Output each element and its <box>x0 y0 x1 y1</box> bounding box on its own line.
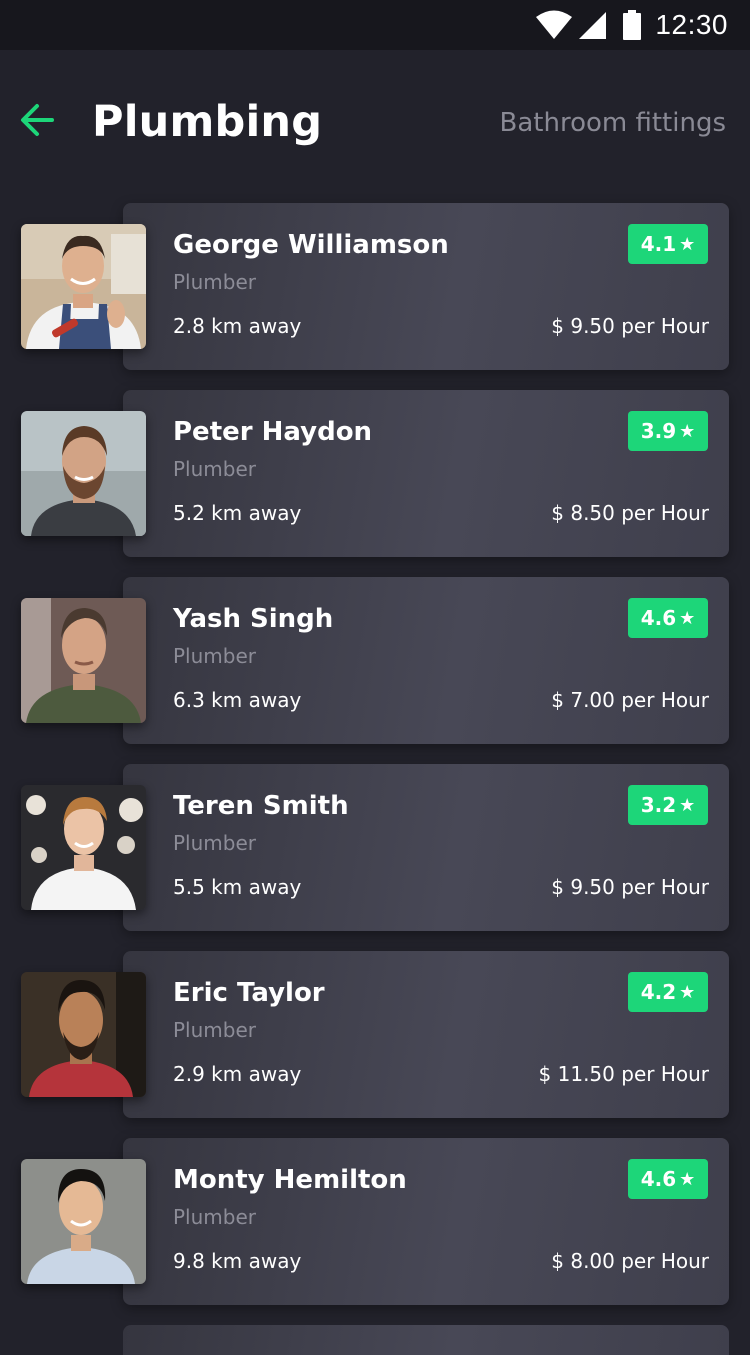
avatar[interactable] <box>21 224 146 349</box>
status-icons: 12:30 <box>535 6 728 44</box>
provider-card[interactable]: Eric Taylor Plumber 2.9 km away $ 11.50 … <box>123 951 729 1118</box>
wifi-icon <box>535 10 573 40</box>
provider-distance: 5.2 km away <box>173 501 302 525</box>
rating-badge: 4.2 ★ <box>628 972 708 1012</box>
star-icon: ★ <box>679 233 696 255</box>
provider-card[interactable]: Monty Hemilton Plumber 9.8 km away $ 8.0… <box>123 1138 729 1305</box>
list-item[interactable]: Yash Singh Plumber 6.3 km away $ 7.00 pe… <box>0 577 750 744</box>
avatar[interactable] <box>21 1159 146 1284</box>
provider-name: Peter Haydon <box>173 417 373 447</box>
rating-value: 3.9 <box>640 419 677 443</box>
signal-icon <box>577 10 607 40</box>
back-button[interactable] <box>18 100 58 140</box>
provider-price: $ 8.00 per Hour <box>551 1249 709 1273</box>
rating-badge: 4.1 ★ <box>628 224 708 264</box>
rating-value: 4.6 <box>640 1167 677 1191</box>
list-item[interactable]: Teren Smith Plumber 5.5 km away $ 9.50 p… <box>0 764 750 931</box>
rating-value: 4.1 <box>640 232 677 256</box>
provider-distance: 6.3 km away <box>173 688 302 712</box>
provider-distance: 2.8 km away <box>173 314 302 338</box>
rating-badge: 4.6 ★ <box>628 1159 708 1199</box>
status-time: 12:30 <box>655 9 728 40</box>
status-bar: 12:30 <box>0 0 750 50</box>
provider-name: Yash Singh <box>173 604 334 634</box>
provider-name: Teren Smith <box>173 791 349 821</box>
provider-card[interactable]: Yash Singh Plumber 6.3 km away $ 7.00 pe… <box>123 577 729 744</box>
provider-card[interactable]: Teren Smith Plumber 5.5 km away $ 9.50 p… <box>123 764 729 931</box>
provider-distance: 9.8 km away <box>173 1249 302 1273</box>
rating-value: 4.6 <box>640 606 677 630</box>
rating-badge: 4.6 ★ <box>628 598 708 638</box>
star-icon: ★ <box>679 794 696 816</box>
list-item[interactable]: Monty Hemilton Plumber 9.8 km away $ 8.0… <box>0 1138 750 1305</box>
avatar[interactable] <box>21 972 146 1097</box>
rating-value: 3.2 <box>640 793 677 817</box>
provider-name: George Williamson <box>173 230 449 260</box>
provider-role: Plumber <box>173 457 256 481</box>
arrow-left-icon <box>18 104 58 144</box>
page-title: Plumbing <box>92 97 323 147</box>
star-icon: ★ <box>679 420 696 442</box>
provider-name: Eric Taylor <box>173 978 325 1008</box>
provider-role: Plumber <box>173 270 256 294</box>
provider-role: Plumber <box>173 831 256 855</box>
provider-price: $ 9.50 per Hour <box>551 314 709 338</box>
star-icon: ★ <box>679 607 696 629</box>
list-item[interactable]: Peter Haydon Plumber 5.2 km away $ 8.50 … <box>0 390 750 557</box>
rating-value: 4.2 <box>640 980 677 1004</box>
avatar[interactable] <box>21 411 146 536</box>
provider-role: Plumber <box>173 1205 256 1229</box>
provider-role: Plumber <box>173 1018 256 1042</box>
rating-badge: 3.9 ★ <box>628 411 708 451</box>
provider-price: $ 9.50 per Hour <box>551 875 709 899</box>
provider-card[interactable]: Peter Haydon Plumber 5.2 km away $ 8.50 … <box>123 390 729 557</box>
list-item-partial[interactable] <box>123 1325 729 1355</box>
provider-price: $ 11.50 per Hour <box>538 1062 709 1086</box>
provider-name: Monty Hemilton <box>173 1165 407 1195</box>
tab-bathroom-fittings[interactable]: Bathroom fittings <box>500 106 726 140</box>
provider-distance: 2.9 km away <box>173 1062 302 1086</box>
rating-badge: 3.2 ★ <box>628 785 708 825</box>
provider-price: $ 7.00 per Hour <box>551 688 709 712</box>
provider-price: $ 8.50 per Hour <box>551 501 709 525</box>
list-item[interactable]: George Williamson Plumber 2.8 km away $ … <box>0 203 750 370</box>
avatar[interactable] <box>21 785 146 910</box>
provider-card[interactable]: George Williamson Plumber 2.8 km away $ … <box>123 203 729 370</box>
list-item[interactable]: Eric Taylor Plumber 2.9 km away $ 11.50 … <box>0 951 750 1118</box>
provider-role: Plumber <box>173 644 256 668</box>
star-icon: ★ <box>679 1168 696 1190</box>
star-icon: ★ <box>679 981 696 1003</box>
battery-icon <box>623 10 642 40</box>
avatar[interactable] <box>21 598 146 723</box>
header: Plumbing Bathroom fittings <box>0 50 750 200</box>
provider-distance: 5.5 km away <box>173 875 302 899</box>
